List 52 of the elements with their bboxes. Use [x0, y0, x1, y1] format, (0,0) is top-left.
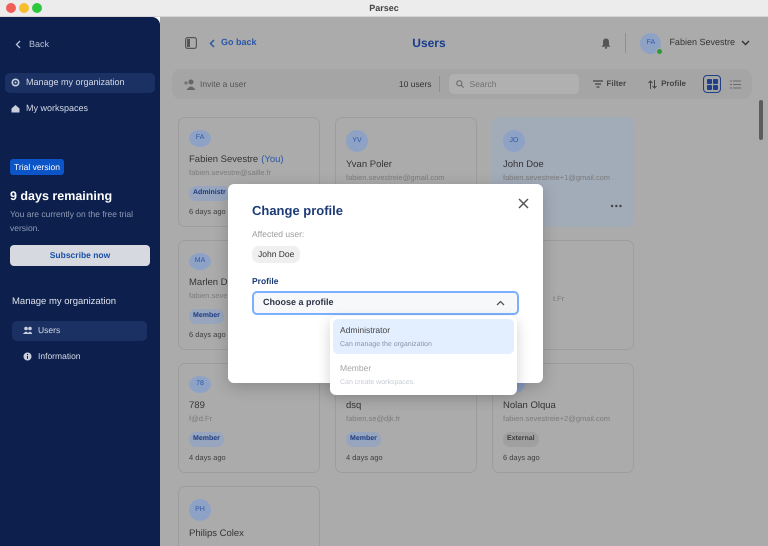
info-icon	[23, 352, 32, 361]
chevron-down-icon[interactable]	[740, 40, 750, 46]
house-icon	[11, 104, 20, 113]
sort-icon	[648, 80, 658, 88]
sidebar-item[interactable]: Manage my organization	[5, 72, 155, 92]
field-label: Profile	[252, 275, 280, 287]
window-title: Parsec	[369, 2, 399, 15]
chevron-up-icon	[496, 300, 505, 306]
gear-icon	[11, 78, 20, 87]
subscribe-button[interactable]: Subscribe now	[10, 245, 150, 266]
user-chip: John Doe	[252, 246, 300, 263]
go-back-link[interactable]: Go back	[209, 36, 257, 50]
user-name[interactable]: Fabien Sevestre	[669, 36, 735, 50]
user-name: 789	[189, 399, 205, 413]
chevron-left-icon	[209, 38, 215, 48]
trial-badge: Trial version	[10, 158, 64, 176]
add-user-icon	[184, 78, 196, 90]
user-name: Nolan Olqua	[503, 399, 556, 413]
user-name: John Doe	[503, 158, 544, 172]
user-name: Yvan Poler	[346, 158, 392, 172]
user-name: Philips Colex	[189, 527, 244, 541]
invite-user-button[interactable]: Invite a user	[184, 78, 246, 90]
sort-button[interactable]: Profile	[648, 78, 686, 90]
field-label: Affected user:	[252, 229, 306, 240]
user-name: Fabien Sevestre (You)	[189, 153, 284, 167]
profile-select[interactable]: Choose a profile	[252, 291, 519, 315]
users-icon	[23, 326, 32, 335]
filter-button[interactable]: Filter	[592, 78, 626, 90]
close-icon	[518, 198, 529, 209]
sidebar-item[interactable]: Information	[12, 346, 147, 366]
close-button[interactable]	[518, 198, 529, 209]
user-name: dsq	[346, 399, 362, 413]
trial-description: You are currently on the free trial version.	[10, 208, 134, 236]
sidebar-item[interactable]: Users	[12, 320, 147, 340]
section-heading: Manage my organization	[12, 295, 118, 310]
sidebar-toggle-icon[interactable]	[185, 37, 197, 49]
grid-view-button[interactable]	[703, 75, 721, 93]
back-link[interactable]: Back	[5, 37, 56, 52]
grid-icon	[706, 78, 718, 90]
list-icon	[730, 80, 740, 88]
bell-icon[interactable]	[601, 38, 612, 48]
user-count: 10 users	[398, 78, 432, 90]
days-remaining-text: 9 days remaining	[10, 188, 114, 205]
chevron-left-icon	[15, 40, 21, 50]
search-icon	[456, 80, 464, 88]
user-name: Marlen D	[189, 276, 228, 290]
search-field[interactable]: Search	[448, 74, 579, 94]
scrollbar[interactable]	[759, 100, 763, 140]
filter-icon	[592, 80, 603, 88]
sidebar-item[interactable]: My workspaces	[5, 98, 155, 118]
more-options-button[interactable]: •••	[610, 201, 623, 211]
page-title: Users	[412, 35, 446, 52]
